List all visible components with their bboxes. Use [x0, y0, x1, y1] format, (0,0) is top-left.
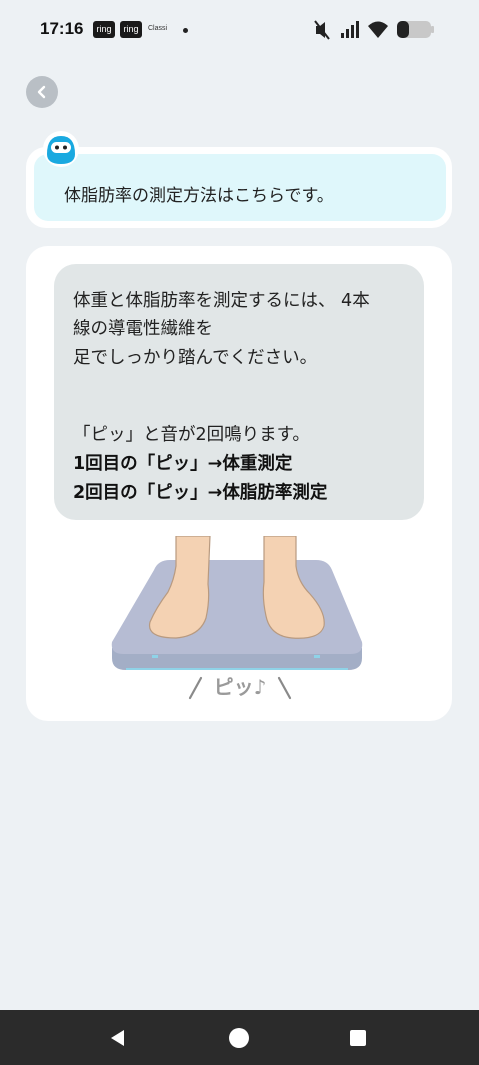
status-time: 17:16: [40, 19, 84, 38]
mute-icon: [314, 20, 330, 40]
notification-dot: [183, 28, 188, 33]
signal-icon: [341, 21, 359, 38]
nav-home-button[interactable]: [221, 1020, 257, 1056]
scale-illustration: ピッ♪: [111, 536, 363, 700]
sound-line-left: [188, 676, 203, 700]
status-bar: 17:16 ring ring Classi: [0, 0, 479, 60]
battery-icon: [397, 21, 434, 38]
robot-avatar-icon: [43, 131, 79, 167]
sound-label: ピッ♪: [214, 675, 267, 699]
instruction-line-5: 1回目の「ピッ」→体重測定: [73, 454, 293, 474]
square-recents-icon: [350, 1030, 366, 1046]
instruction-line-2: 線の導電性繊維を: [73, 319, 213, 339]
instruction-line-6: 2回目の「ピッ」→体脂肪率測定: [73, 483, 328, 503]
home-circle-icon: [229, 1028, 249, 1048]
bot-message-card: 体脂肪率の測定方法はこちらです。: [26, 147, 452, 228]
ring-app-badge-1: ring: [93, 21, 115, 38]
triangle-back-icon: [111, 1030, 124, 1046]
chevron-left-icon: [37, 85, 46, 99]
status-icons: [314, 20, 434, 40]
bot-message-bubble: 体脂肪率の測定方法はこちらです。: [34, 154, 446, 221]
sensor-right: [314, 655, 320, 658]
bot-message-text: 体脂肪率の測定方法はこちらです。: [64, 186, 334, 206]
nav-recents-button[interactable]: [340, 1022, 376, 1054]
instruction-bubble: 体重と体脂肪率を測定するには、 4本 線の導電性繊維を 足でしっかり踏んでくださ…: [54, 264, 424, 520]
instruction-line-4: 「ピッ」と音が2回鳴ります。: [73, 425, 310, 445]
wifi-icon: [368, 21, 388, 38]
instruction-line-3: 足でしっかり踏んでください。: [73, 348, 318, 368]
scale-top: [111, 560, 363, 654]
nav-back-button[interactable]: [100, 1022, 136, 1054]
sensor-left: [152, 655, 158, 658]
instruction-card: 体重と体脂肪率を測定するには、 4本 線の導電性繊維を 足でしっかり踏んでくださ…: [26, 246, 452, 721]
sound-line-right: [277, 676, 292, 700]
ring-app-badge-2: ring: [120, 21, 142, 38]
system-nav-bar: [0, 1010, 479, 1065]
instruction-line-1: 体重と体脂肪率を測定するには、 4本: [73, 291, 370, 311]
back-button[interactable]: [26, 76, 58, 108]
classi-notification: Classi: [148, 25, 168, 32]
